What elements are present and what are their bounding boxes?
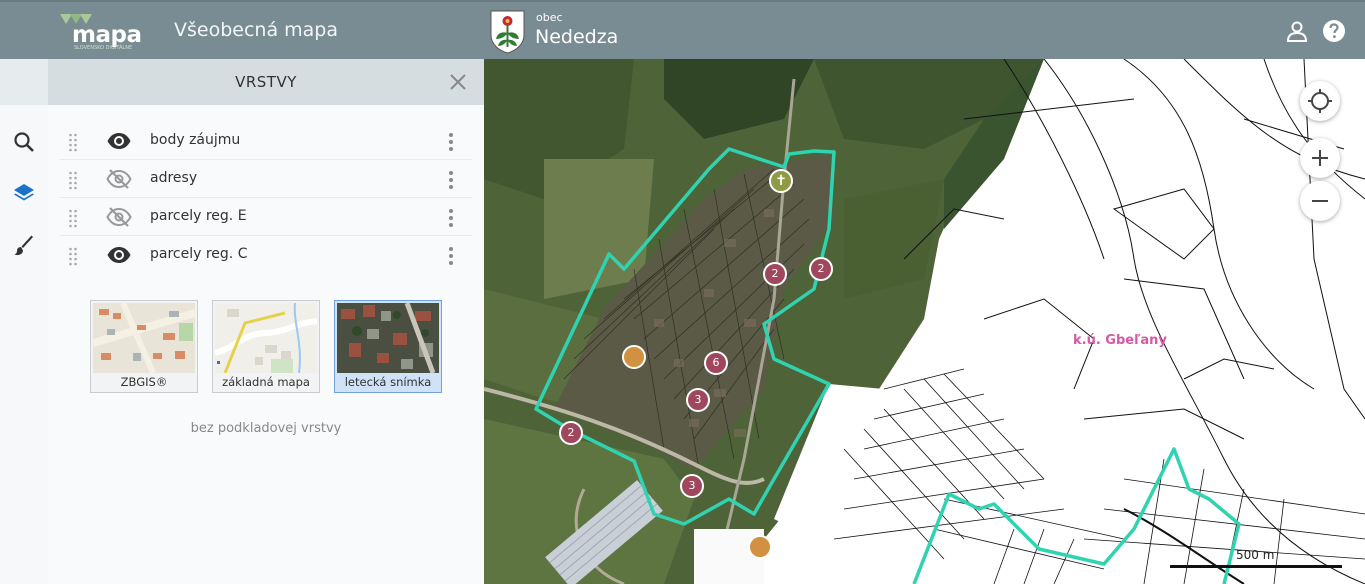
brush-icon xyxy=(14,235,33,256)
search-icon xyxy=(14,132,34,152)
basemap-label: základná mapa xyxy=(222,375,310,389)
more-options-icon[interactable] xyxy=(446,131,456,153)
aerial-thumbnail xyxy=(337,303,439,373)
layer-label: body záujmu xyxy=(150,132,241,148)
layer-row-parcely-e[interactable]: parcely reg. E xyxy=(60,198,472,236)
crosshair-icon xyxy=(1308,89,1332,113)
panel-title: VRSTVY xyxy=(235,73,297,91)
drag-handle-icon[interactable] xyxy=(68,132,78,152)
layers-panel: VRSTVY body záujmu adresy parcely reg. E… xyxy=(48,59,484,584)
drag-handle-icon[interactable] xyxy=(68,208,78,228)
minus-icon xyxy=(1312,200,1328,202)
layers-panel-header: VRSTVY xyxy=(48,59,484,105)
help-icon[interactable] xyxy=(1322,19,1346,43)
poi-cluster[interactable]: 2 xyxy=(763,262,787,286)
zoom-in-button[interactable] xyxy=(1300,138,1340,178)
municipality-prefix: obec xyxy=(536,11,563,24)
basic-map-thumbnail xyxy=(215,303,317,373)
basemap-zbgis[interactable]: ZBGIS® xyxy=(90,300,198,393)
close-icon[interactable] xyxy=(446,70,470,94)
cadastral-area-label: k.ú. Gbeľany xyxy=(1073,333,1167,348)
basemap-label: ZBGIS® xyxy=(120,375,168,389)
layers-icon xyxy=(14,184,34,201)
map-view[interactable]: k.ú. Gbeľany ✝ 2 2 6 3 2 3 500 m xyxy=(484,59,1365,584)
church-poi-marker[interactable]: ✝ xyxy=(769,169,793,193)
poi-marker[interactable] xyxy=(748,535,772,559)
municipality-name: Nededza xyxy=(535,26,619,48)
municipality-crest-icon xyxy=(490,10,525,54)
layer-label: adresy xyxy=(150,170,198,186)
layer-row-parcely-c[interactable]: parcely reg. C xyxy=(60,236,472,274)
drag-handle-icon[interactable] xyxy=(68,170,78,190)
eye-icon[interactable] xyxy=(106,244,132,266)
more-options-icon[interactable] xyxy=(446,207,456,229)
mapa-logo[interactable]: mapa SLOVENSKO DIGITÁLNE xyxy=(56,12,142,52)
eye-icon[interactable] xyxy=(106,130,132,152)
more-options-icon[interactable] xyxy=(446,245,456,267)
poi-marker[interactable] xyxy=(622,345,646,369)
eye-off-icon[interactable] xyxy=(106,168,132,190)
poi-cluster[interactable]: 2 xyxy=(559,421,583,445)
drag-handle-icon[interactable] xyxy=(68,246,78,266)
zbgis-thumbnail xyxy=(93,303,195,373)
poi-cluster[interactable]: 6 xyxy=(704,351,728,375)
layers-tool-button[interactable] xyxy=(10,178,38,206)
no-basemap-option[interactable]: bez podkladovej vrstvy xyxy=(48,421,484,436)
poi-cluster[interactable]: 2 xyxy=(809,257,833,281)
map-canvas[interactable] xyxy=(484,59,1365,584)
plus-icon xyxy=(1312,150,1328,166)
app-title: Všeobecná mapa xyxy=(174,19,338,41)
layer-row-body-zaujmu[interactable]: body záujmu xyxy=(60,122,472,160)
scale-label: 500 m xyxy=(1236,548,1275,562)
logo-subtitle: SLOVENSKO DIGITÁLNE xyxy=(74,45,133,51)
user-icon[interactable] xyxy=(1284,20,1310,44)
poi-cluster[interactable]: 3 xyxy=(686,388,710,412)
top-bar: mapa SLOVENSKO DIGITÁLNE Všeobecná mapa … xyxy=(0,0,1365,59)
zoom-out-button[interactable] xyxy=(1300,181,1340,221)
scale-bar xyxy=(1170,565,1342,568)
layer-label: parcely reg. C xyxy=(150,246,248,262)
side-rail-header xyxy=(0,59,48,105)
eye-off-icon[interactable] xyxy=(106,206,132,228)
search-tool-button[interactable] xyxy=(10,128,38,156)
layer-label: parcely reg. E xyxy=(150,208,247,224)
more-options-icon[interactable] xyxy=(446,169,456,191)
poi-cluster[interactable]: 3 xyxy=(680,474,704,498)
basemap-label: letecká snímka xyxy=(344,375,432,389)
basemap-zakladna[interactable]: základná mapa xyxy=(212,300,320,393)
layer-row-adresy[interactable]: adresy xyxy=(60,160,472,198)
draw-tool-button[interactable] xyxy=(10,232,38,260)
locate-button[interactable] xyxy=(1300,81,1340,121)
basemap-letecka[interactable]: letecká snímka xyxy=(334,300,442,393)
